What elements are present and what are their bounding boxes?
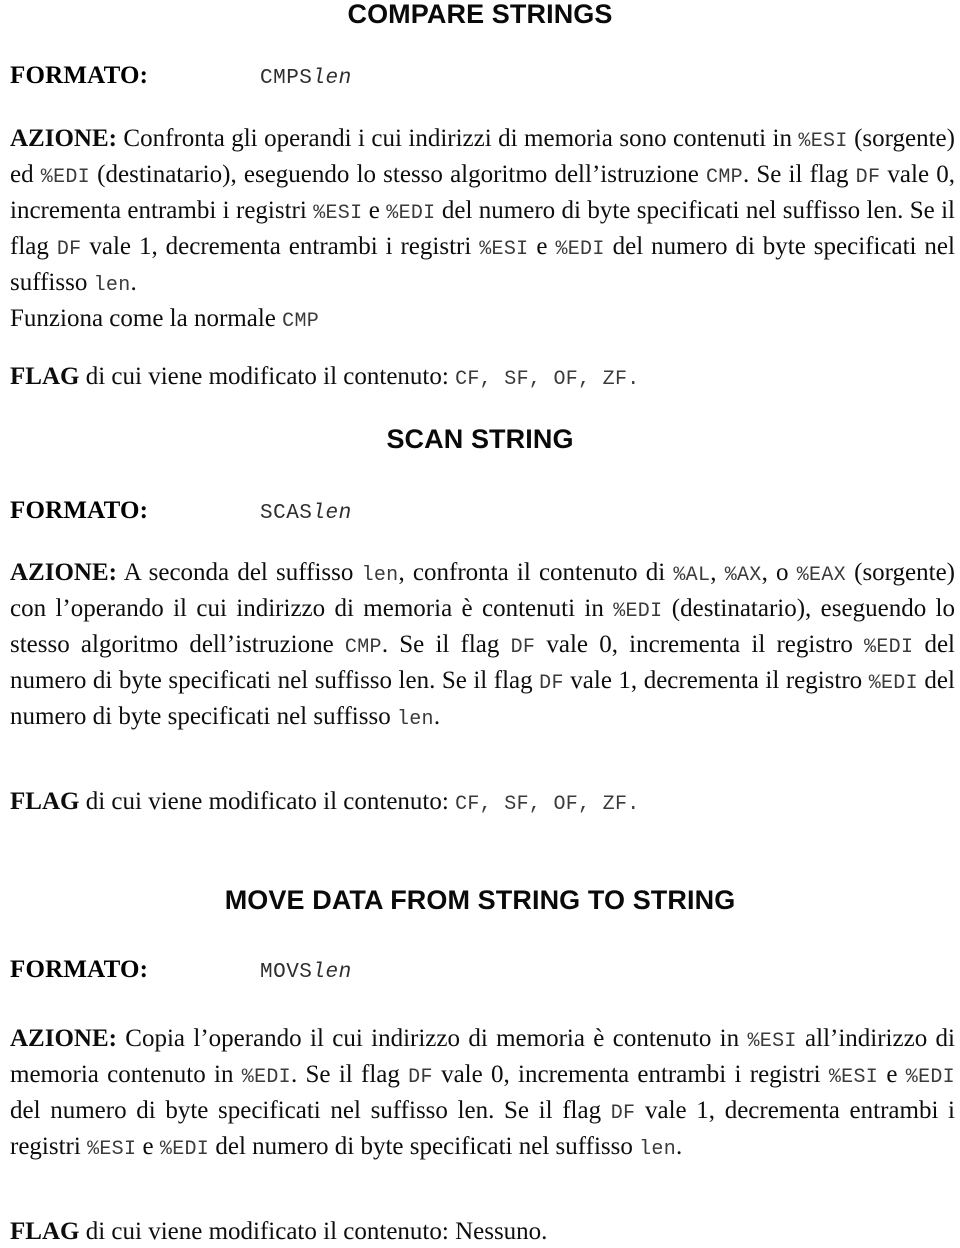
inline-text: Funziona come la normale bbox=[10, 305, 283, 332]
flag-value: CF, SF, OF, ZF. bbox=[455, 793, 640, 816]
mnemonic-suffix: len bbox=[312, 67, 352, 90]
inline-text: e bbox=[362, 197, 387, 224]
flag-line-compare-strings: FLAG di cui viene modificato il contenut… bbox=[0, 361, 960, 396]
inline-code: len bbox=[396, 708, 434, 731]
document-page: COMPARE STRINGS FORMATO: CMPSlen AZIONE:… bbox=[0, 0, 960, 1248]
inline-text: del numero di byte specificati nel suffi… bbox=[209, 1133, 640, 1160]
inline-code: %AX bbox=[724, 564, 762, 587]
inline-code: %EDI bbox=[613, 600, 663, 623]
inline-text: , confronta il contenuto di bbox=[398, 559, 674, 586]
inline-code: len bbox=[639, 1138, 677, 1161]
inline-code: %ESI bbox=[87, 1138, 137, 1161]
inline-code: %ESI bbox=[747, 1030, 797, 1053]
inline-text: e bbox=[528, 233, 556, 260]
inline-code: DF bbox=[510, 636, 536, 659]
inline-text: . bbox=[676, 1133, 683, 1160]
mnemonic: CMPS bbox=[260, 67, 313, 90]
inline-code: %EDI bbox=[868, 672, 918, 695]
inline-text: . Se il flag bbox=[381, 631, 511, 658]
inline-code: %EDI bbox=[159, 1138, 210, 1161]
mnemonic: SCAS bbox=[260, 502, 313, 525]
inline-code: DF bbox=[539, 672, 564, 695]
formato-code-scan-string: SCASlen bbox=[260, 502, 352, 525]
azione-label: AZIONE: bbox=[10, 1025, 117, 1052]
inline-text: e bbox=[136, 1133, 160, 1160]
inline-text: Confronta gli operandi i cui indirizzi d… bbox=[116, 125, 799, 152]
inline-text: Copia l’operando il cui indirizzo di mem… bbox=[116, 1025, 748, 1052]
azione-block-move-data: AZIONE: Copia l’operando il cui indirizz… bbox=[0, 1022, 960, 1166]
inline-code: DF bbox=[408, 1066, 433, 1089]
flag-value: Nessuno. bbox=[455, 1218, 548, 1245]
flag-label: FLAG bbox=[10, 788, 80, 815]
inline-text: . bbox=[130, 269, 137, 296]
azione-text: Copia l’operando il cui indirizzo di mem… bbox=[10, 1025, 955, 1161]
inline-text: del numero di byte specificati nel suffi… bbox=[10, 1097, 611, 1124]
inline-text: . Se il flag bbox=[290, 1061, 409, 1088]
flag-label: FLAG bbox=[10, 1218, 80, 1245]
formato-label: FORMATO: bbox=[10, 497, 149, 524]
formato-label: FORMATO: bbox=[10, 956, 149, 983]
inline-text: , bbox=[710, 559, 725, 586]
inline-text: , o bbox=[761, 559, 797, 586]
inline-text: vale 0, incrementa entrambi i registri bbox=[432, 1061, 829, 1088]
formato-row-scan-string: FORMATO: SCASlen bbox=[10, 497, 955, 525]
inline-code: CMP bbox=[706, 166, 743, 189]
inline-code: %EDI bbox=[386, 202, 436, 225]
inline-code: %ESI bbox=[479, 238, 529, 261]
inline-code: %EDI bbox=[905, 1066, 955, 1089]
azione-text: Confronta gli operandi i cui indirizzi d… bbox=[10, 125, 955, 297]
flag-line-scan-string: FLAG di cui viene modificato il contenut… bbox=[0, 786, 960, 821]
section-title-scan-string: SCAN STRING bbox=[386, 424, 574, 454]
inline-code: len bbox=[93, 274, 131, 297]
azione-block-compare-strings: AZIONE: Confronta gli operandi i cui ind… bbox=[0, 122, 960, 338]
formato-code-move-data: MOVSlen bbox=[260, 961, 352, 984]
inline-text: e bbox=[878, 1061, 906, 1088]
azione-tail-line: Funziona come la normale CMP bbox=[0, 302, 960, 338]
inline-code: %ESI bbox=[798, 130, 848, 153]
azione-label: AZIONE: bbox=[10, 125, 117, 152]
azione-paragraph: AZIONE: A seconda del suffisso len, conf… bbox=[0, 556, 960, 736]
inline-code: DF bbox=[855, 166, 881, 189]
flag-line-move-data: FLAG di cui viene modificato il contenut… bbox=[0, 1216, 960, 1248]
flag-description: di cui viene modificato il contenuto: bbox=[79, 1218, 456, 1245]
flag-label: FLAG bbox=[10, 363, 80, 390]
inline-code: %ESI bbox=[313, 202, 363, 225]
inline-text: . bbox=[433, 703, 441, 730]
azione-paragraph: AZIONE: Copia l’operando il cui indirizz… bbox=[0, 1022, 960, 1166]
azione-label: AZIONE: bbox=[10, 559, 117, 586]
mnemonic-suffix: len bbox=[312, 961, 352, 984]
inline-code: %EDI bbox=[40, 166, 90, 189]
flag-value: CF, SF, OF, ZF. bbox=[455, 368, 640, 391]
inline-code: %ESI bbox=[828, 1066, 879, 1089]
inline-code: len bbox=[361, 564, 399, 587]
inline-code: CMP bbox=[282, 310, 320, 333]
inline-code: %EDI bbox=[555, 238, 605, 261]
section-title-compare-strings: COMPARE STRINGS bbox=[347, 0, 613, 29]
inline-code: %AL bbox=[673, 564, 711, 587]
azione-paragraph: AZIONE: Confronta gli operandi i cui ind… bbox=[0, 122, 960, 302]
inline-code: %EAX bbox=[796, 564, 846, 587]
inline-code: %EDI bbox=[241, 1066, 291, 1089]
formato-code-compare-strings: CMPSlen bbox=[260, 67, 352, 90]
formato-row-move-data: FORMATO: MOVSlen bbox=[10, 956, 955, 984]
section-title-move-data-from-string-to-string: MOVE DATA FROM STRING TO STRING bbox=[224, 885, 736, 915]
formato-row-compare-strings: FORMATO: CMPSlen bbox=[10, 62, 955, 90]
mnemonic-suffix: len bbox=[312, 502, 352, 525]
mnemonic: MOVS bbox=[260, 961, 313, 984]
flag-description: di cui viene modificato il contenuto: bbox=[79, 788, 456, 815]
flag-description: di cui viene modificato il contenuto: bbox=[79, 363, 456, 390]
inline-text: . Se il flag bbox=[742, 161, 856, 188]
azione-block-scan-string: AZIONE: A seconda del suffisso len, conf… bbox=[0, 556, 960, 736]
formato-label: FORMATO: bbox=[10, 62, 149, 89]
inline-code: CMP bbox=[344, 636, 382, 659]
inline-text: vale 1, decrementa il registro bbox=[563, 667, 869, 694]
inline-text: (destinatario), eseguendo lo stesso algo… bbox=[90, 161, 707, 188]
inline-text: A seconda del suffisso bbox=[116, 559, 362, 586]
azione-text: A seconda del suffisso len, confronta il… bbox=[10, 559, 955, 731]
inline-code: DF bbox=[56, 238, 82, 261]
inline-code: DF bbox=[610, 1102, 636, 1125]
inline-code: %EDI bbox=[864, 636, 914, 659]
inline-text: vale 0, incrementa il registro bbox=[535, 631, 865, 658]
inline-text: vale 1, decrementa entrambi i registri bbox=[81, 233, 480, 260]
